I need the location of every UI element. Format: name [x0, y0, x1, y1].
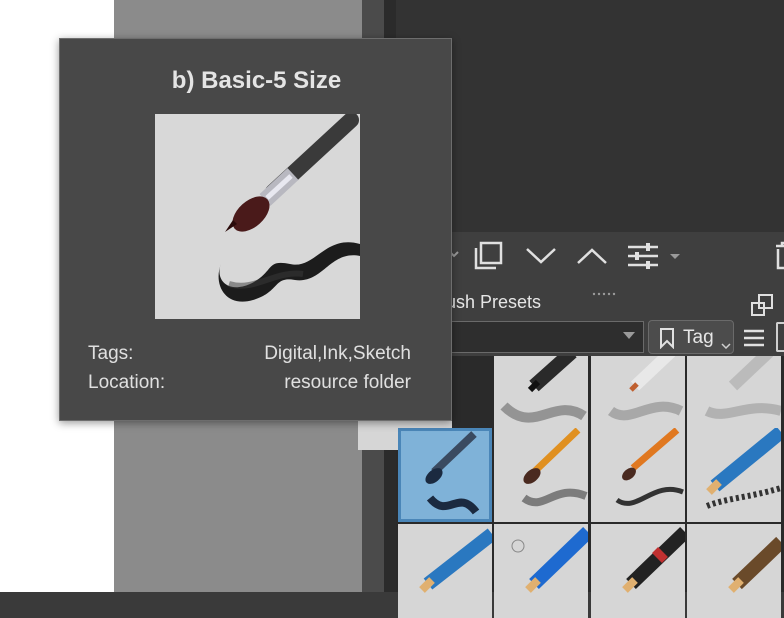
location-label: Location:: [88, 372, 166, 393]
preset-thumbnail[interactable]: [687, 428, 781, 522]
tags-label: Tags:: [88, 343, 134, 364]
brush-preview-image: [155, 112, 360, 319]
save-icon[interactable]: [472, 238, 506, 272]
resize-handle[interactable]: [592, 284, 620, 296]
preset-tooltip: b) Basic-5 Size Tags: Digital,Ink,Sketch…: [59, 38, 452, 421]
move-down-icon[interactable]: [524, 238, 558, 272]
preset-grid: [358, 356, 784, 618]
tag-button[interactable]: Tag: [648, 320, 734, 354]
preset-thumbnail[interactable]: [494, 428, 588, 522]
delete-icon[interactable]: [768, 238, 784, 272]
list-view-icon[interactable]: [742, 326, 766, 350]
tags-value: Digital,Ink,Sketch: [264, 343, 411, 364]
docker-title: ush Presets: [446, 292, 542, 312]
panel-edge-icon[interactable]: [776, 322, 784, 352]
preset-thumbnail[interactable]: [591, 524, 685, 618]
preset-thumbnail-selected[interactable]: [398, 428, 492, 522]
location-value: resource folder: [284, 372, 411, 393]
preset-thumbnail[interactable]: [398, 524, 492, 618]
preset-filter-combo[interactable]: [440, 321, 644, 353]
docker-upper-panel: [396, 0, 784, 232]
chevron-down-icon: [721, 343, 731, 349]
tag-button-label: Tag: [683, 327, 714, 348]
settings-icon[interactable]: [626, 238, 686, 272]
preset-thumbnail[interactable]: [687, 524, 781, 618]
bookmark-icon: [660, 328, 674, 349]
tooltip-title: b) Basic-5 Size: [171, 67, 342, 94]
float-docker-icon[interactable]: [750, 293, 774, 317]
preset-thumbnail[interactable]: [591, 428, 685, 522]
chevron-down-icon: [623, 332, 635, 339]
move-up-icon[interactable]: [575, 238, 609, 272]
preset-thumbnail[interactable]: [494, 524, 588, 618]
